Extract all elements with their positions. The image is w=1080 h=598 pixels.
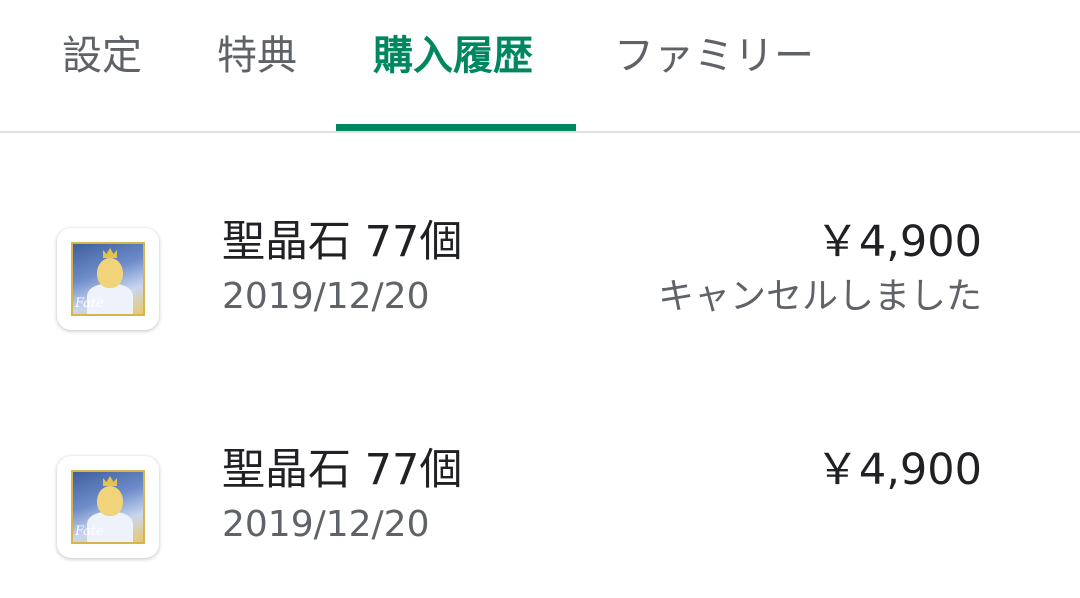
purchase-title: 聖晶石 77個 (222, 445, 463, 495)
purchase-date: 2019/12/20 (222, 504, 430, 545)
active-tab-indicator (336, 124, 576, 131)
app-icon-logo-text: Fate (75, 296, 104, 311)
tab-family[interactable]: ファミリー (614, 28, 814, 84)
tab-settings[interactable]: 設定 (62, 28, 142, 84)
purchase-row[interactable]: Fate 聖晶石 77個 2019/12/20 ￥4,900 キャンセルしました (0, 180, 1080, 370)
purchase-price: ￥4,900 (815, 445, 982, 495)
app-icon-artwork: Fate (71, 242, 145, 316)
purchase-price: ￥4,900 (815, 217, 982, 267)
app-icon-artwork: Fate (71, 470, 145, 544)
fate-grand-order-app-icon: Fate (57, 228, 159, 330)
app-icon-logo-text: Fate (75, 524, 104, 539)
tab-rewards[interactable]: 特典 (217, 28, 297, 84)
purchase-title: 聖晶石 77個 (222, 217, 463, 267)
purchase-status: キャンセルしました (657, 276, 982, 317)
tab-purchase-history[interactable]: 購入履歴 (373, 28, 533, 84)
fate-grand-order-app-icon: Fate (57, 456, 159, 558)
tab-bar: 設定 特典 購入履歴 ファミリー (0, 0, 1080, 133)
purchase-row[interactable]: Fate 聖晶石 77個 2019/12/20 ￥4,900 (0, 408, 1080, 598)
purchase-date: 2019/12/20 (222, 276, 430, 317)
